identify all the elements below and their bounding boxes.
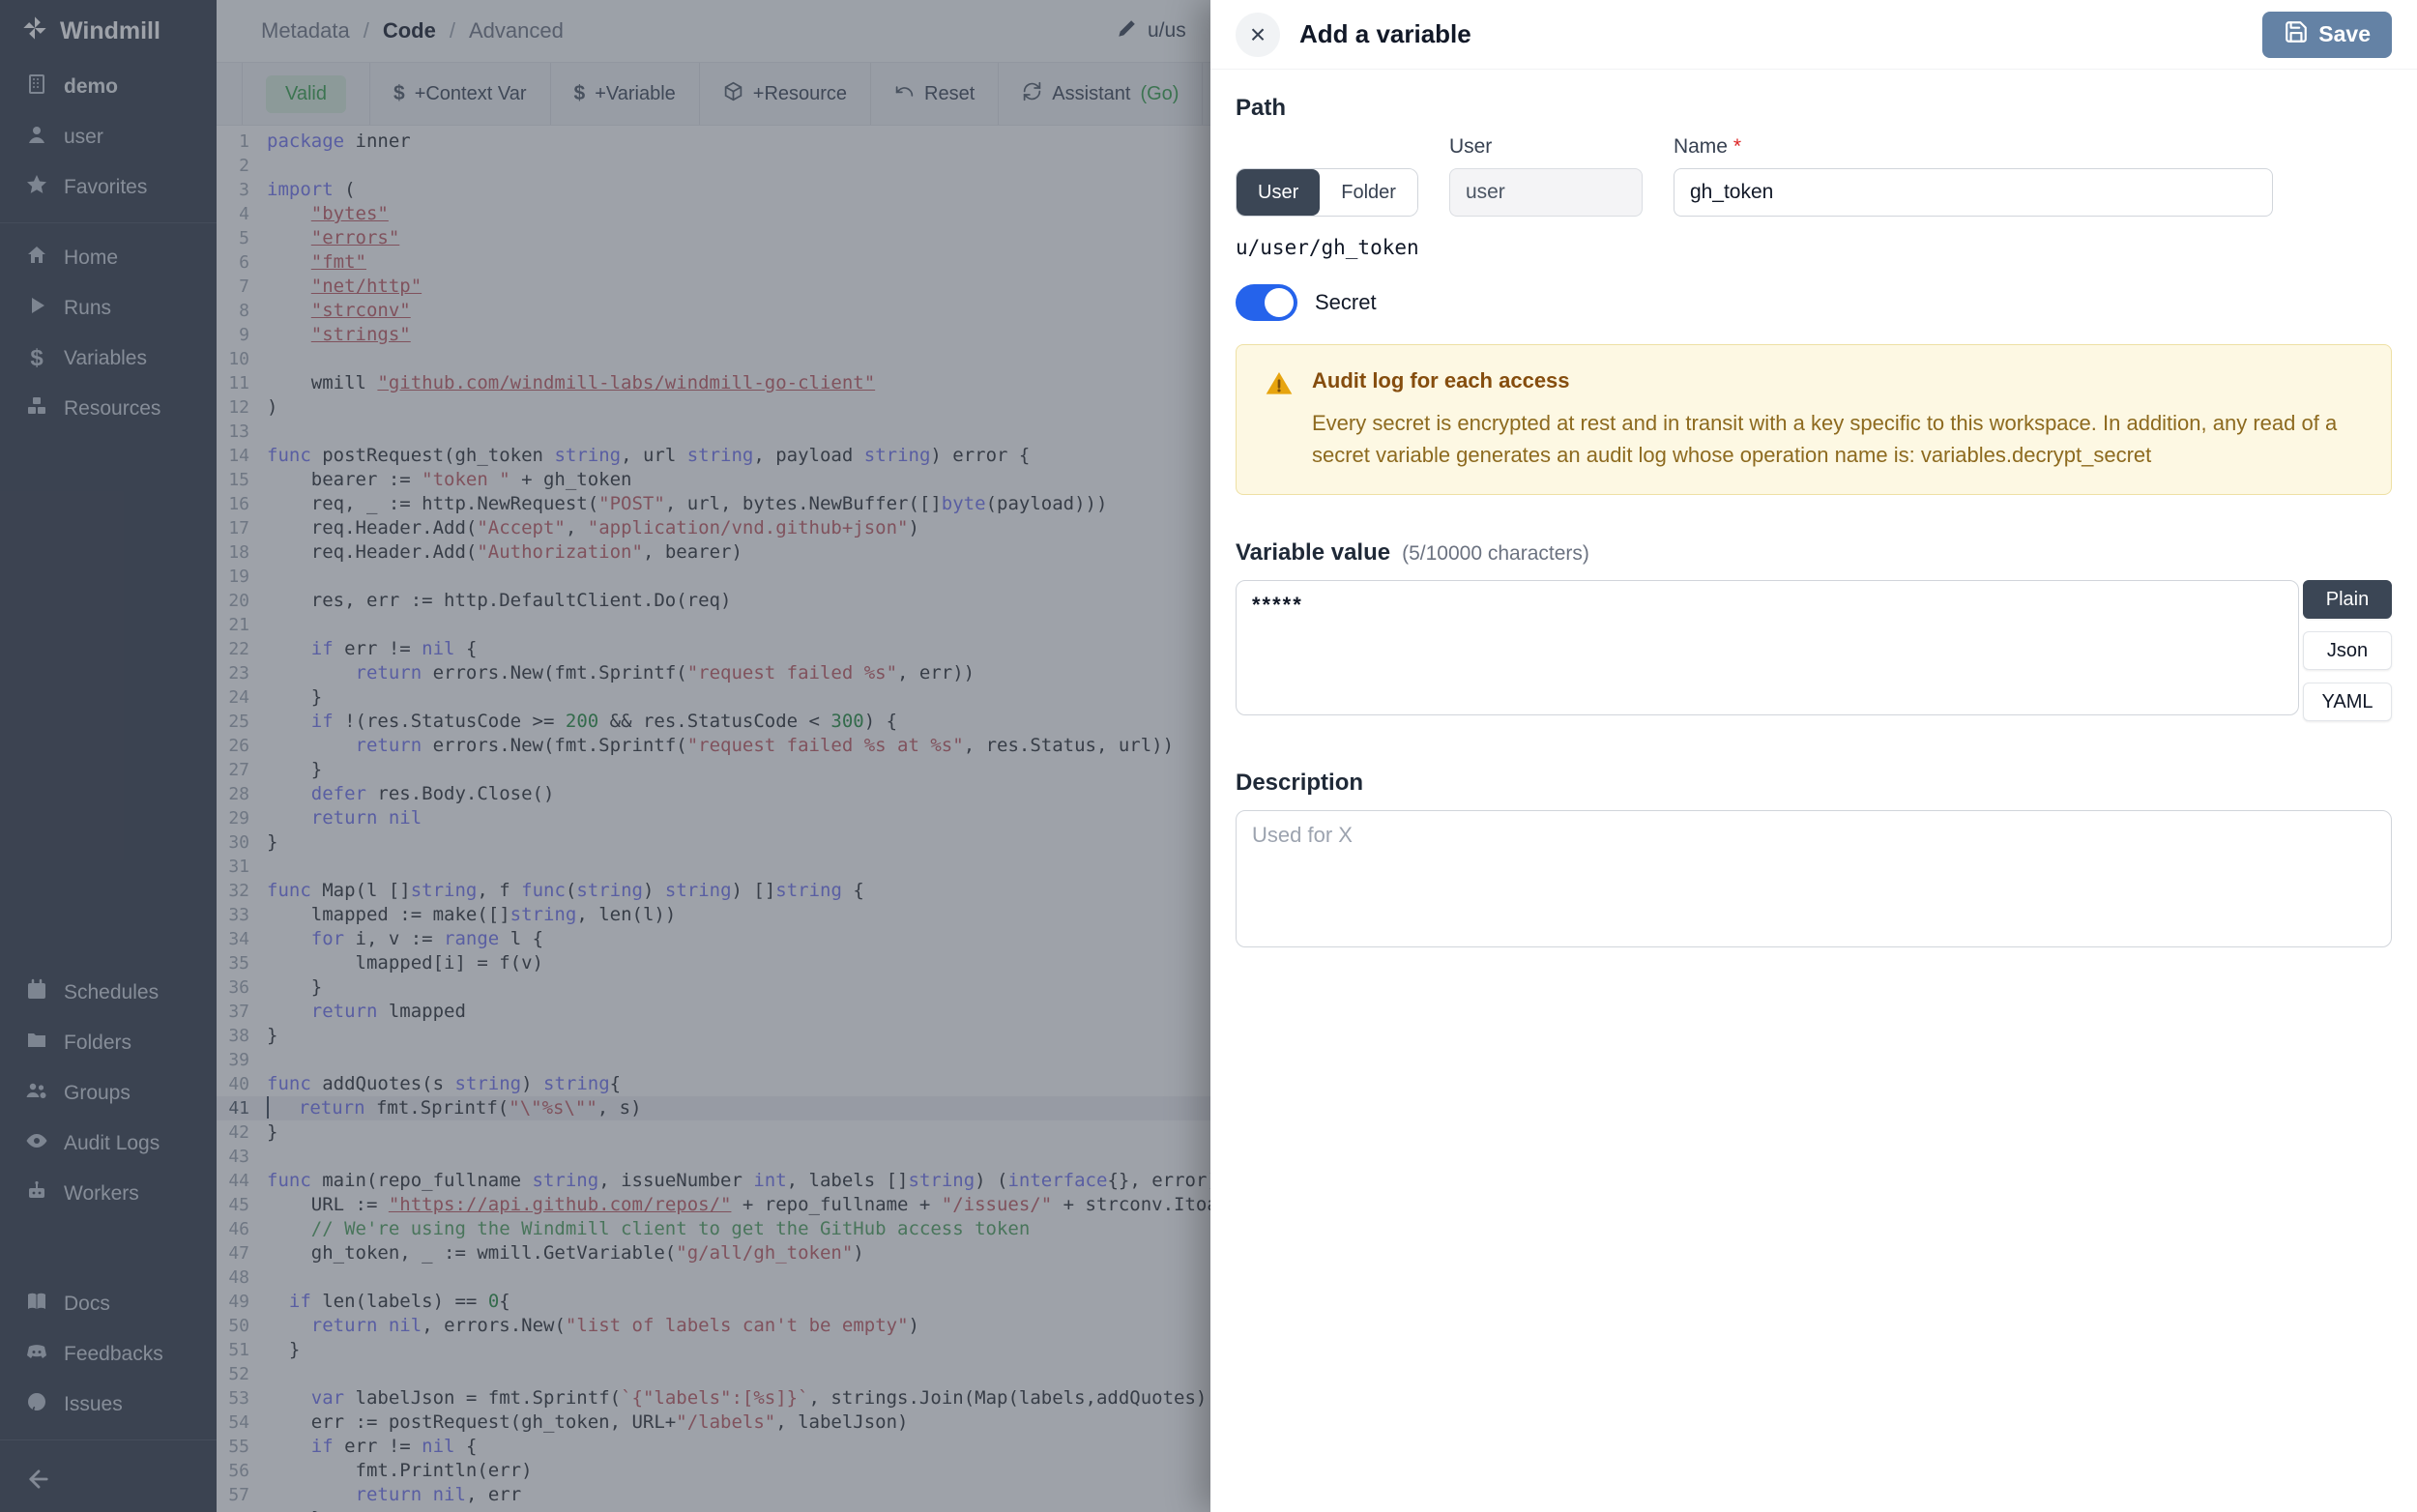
- owner-input[interactable]: [1449, 168, 1643, 217]
- modal-overlay[interactable]: [0, 0, 1210, 1512]
- description-heading: Description: [1236, 770, 2392, 797]
- path-heading: Path: [1236, 95, 2392, 122]
- drawer-body: Path User Folder User Name *: [1210, 70, 2417, 1512]
- save-button[interactable]: Save: [2262, 12, 2392, 58]
- owner-label: User: [1449, 135, 1643, 159]
- format-yaml-button[interactable]: YAML: [2303, 683, 2392, 721]
- drawer-title: Add a variable: [1299, 19, 2243, 49]
- audit-warning-title: Audit log for each access: [1312, 368, 2364, 393]
- audit-warning: Audit log for each access Every secret i…: [1236, 344, 2392, 495]
- audit-warning-body: Every secret is encrypted at rest and in…: [1312, 407, 2356, 471]
- app-window: Windmill demo user Favorites Home Runs $…: [0, 0, 2417, 1512]
- close-icon[interactable]: ×: [1236, 13, 1280, 57]
- character-counter: (5/10000 characters): [1402, 542, 1589, 566]
- format-plain-button[interactable]: Plain: [2303, 580, 2392, 619]
- variable-value-textarea[interactable]: *****: [1236, 580, 2299, 715]
- add-variable-drawer: × Add a variable Save Path User Folder U…: [1210, 0, 2417, 1512]
- description-textarea[interactable]: Used for X: [1236, 810, 2392, 947]
- kind-user-button[interactable]: User: [1237, 169, 1320, 216]
- save-floppy-icon: [2284, 19, 2309, 50]
- variable-value-heading: Variable value: [1236, 539, 1390, 567]
- secret-label: Secret: [1315, 290, 1377, 315]
- name-label: Name *: [1674, 135, 2273, 159]
- secret-toggle[interactable]: [1236, 284, 1297, 321]
- drawer-header: × Add a variable Save: [1210, 0, 2417, 70]
- variable-name-input[interactable]: [1674, 168, 2273, 217]
- value-format-switcher: Plain Json YAML: [2303, 580, 2392, 721]
- path-kind-toggle: User Folder: [1236, 168, 1418, 217]
- kind-folder-button[interactable]: Folder: [1320, 169, 1417, 216]
- full-path-preview: u/user/gh_token: [1236, 236, 2392, 259]
- warning-icon: [1264, 368, 1295, 471]
- required-asterisk: *: [1733, 135, 1741, 158]
- format-json-button[interactable]: Json: [2303, 631, 2392, 670]
